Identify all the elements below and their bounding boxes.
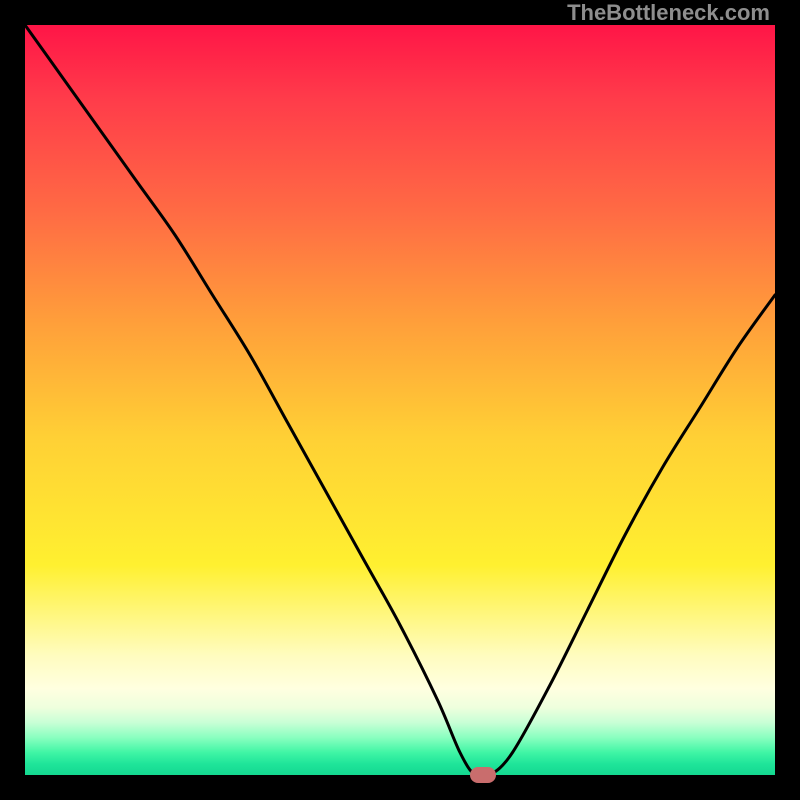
bottleneck-curve bbox=[25, 25, 775, 775]
minimum-marker bbox=[470, 767, 496, 783]
plot-area bbox=[25, 25, 775, 775]
watermark-label: TheBottleneck.com bbox=[567, 0, 770, 26]
chart-stage: TheBottleneck.com bbox=[0, 0, 800, 800]
